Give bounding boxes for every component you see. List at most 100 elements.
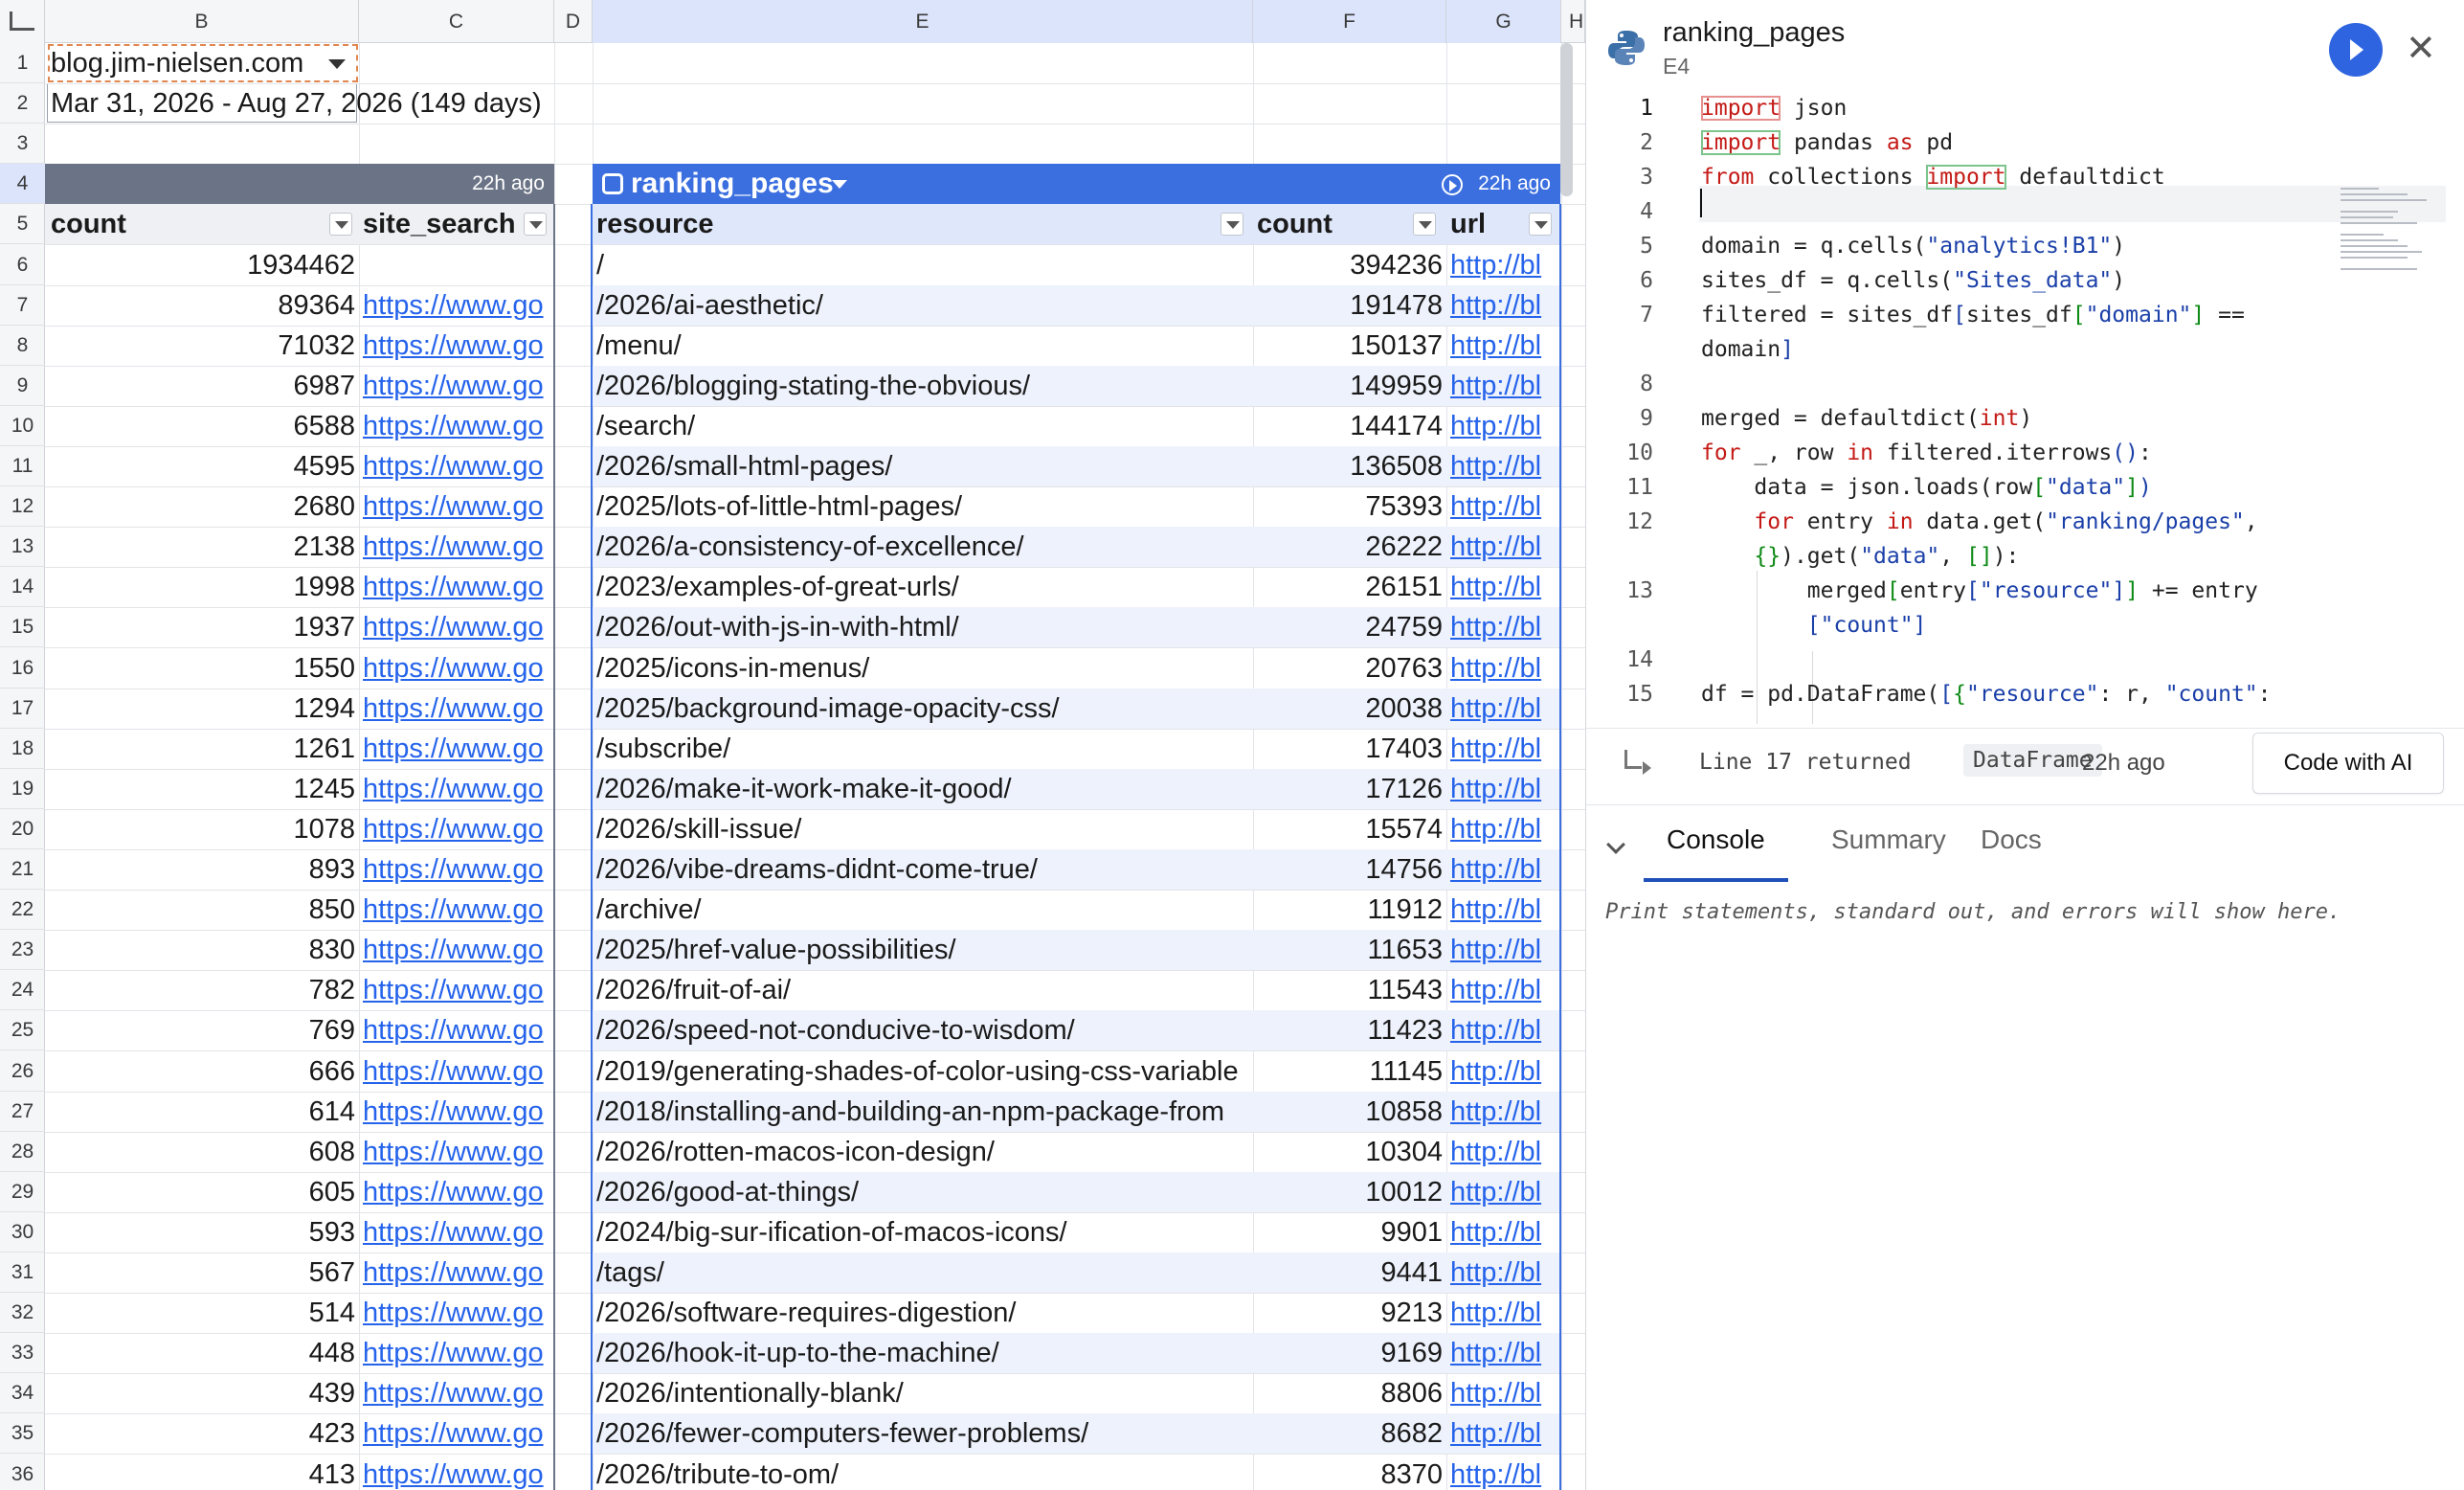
- run-button[interactable]: [2329, 23, 2383, 77]
- cell-count[interactable]: 89364: [45, 285, 359, 326]
- cell-link[interactable]: http://bl: [1446, 245, 1559, 285]
- column-title-count[interactable]: count: [1253, 204, 1333, 244]
- column-title-resource[interactable]: resource: [593, 204, 714, 244]
- cell-link[interactable]: https://www.go: [359, 446, 554, 486]
- row-header-33[interactable]: 33: [0, 1333, 45, 1373]
- code-editor[interactable]: 1 2 3 4 5 6 7 8 9 10 11 12 13 14 15 import json import…: [1586, 92, 2464, 724]
- row-header-5[interactable]: 5: [0, 204, 45, 244]
- cell-link[interactable]: http://bl: [1446, 1212, 1559, 1253]
- cell-link[interactable]: https://www.go: [359, 689, 554, 729]
- cell-count[interactable]: 11145: [1253, 1051, 1446, 1092]
- cell-link[interactable]: http://bl: [1446, 1051, 1559, 1092]
- row-header-25[interactable]: 25: [0, 1010, 45, 1050]
- cell-count[interactable]: 9901: [1253, 1212, 1446, 1253]
- cell-link[interactable]: https://www.go: [359, 406, 554, 446]
- cell-link[interactable]: http://bl: [1446, 406, 1559, 446]
- cell-count[interactable]: 9213: [1253, 1293, 1446, 1333]
- cell-link[interactable]: http://bl: [1446, 446, 1559, 486]
- row-header-13[interactable]: 13: [0, 527, 45, 567]
- cell-count[interactable]: 17126: [1253, 769, 1446, 809]
- cell-link[interactable]: http://bl: [1446, 1092, 1559, 1132]
- cell-link[interactable]: https://www.go: [359, 1092, 554, 1132]
- cell-link[interactable]: https://www.go: [359, 1413, 554, 1454]
- cell-link[interactable]: http://bl: [1446, 648, 1559, 689]
- cell-resource[interactable]: /2026/tribute-to-om/: [593, 1455, 1253, 1490]
- cell-link[interactable]: http://bl: [1446, 607, 1559, 647]
- cell-count[interactable]: 1937: [45, 607, 359, 647]
- cell-resource[interactable]: /2026/software-requires-digestion/: [593, 1293, 1253, 1333]
- filter-icon[interactable]: [329, 213, 352, 236]
- column-header-g[interactable]: G: [1446, 0, 1561, 43]
- cell-link[interactable]: https://www.go: [359, 1455, 554, 1490]
- cell-resource[interactable]: /2026/skill-issue/: [593, 809, 1253, 849]
- cell-count[interactable]: 423: [45, 1413, 359, 1454]
- row-header-26[interactable]: 26: [0, 1051, 45, 1092]
- cell-link[interactable]: http://bl: [1446, 1172, 1559, 1212]
- table-site-search-header[interactable]: 22h ago: [45, 164, 554, 204]
- cell-resource[interactable]: /tags/: [593, 1253, 1253, 1293]
- cell-link[interactable]: http://bl: [1446, 486, 1559, 527]
- row-header-30[interactable]: 30: [0, 1212, 45, 1253]
- spreadsheet[interactable]: B C D E F G H 1 2 3 4 5 6 7 8 9 10 11 12 13 14 15 16 17 1…: [0, 0, 1585, 1490]
- row-header-35[interactable]: 35: [0, 1413, 45, 1454]
- cell-count[interactable]: 2138: [45, 527, 359, 567]
- cell-count[interactable]: 4595: [45, 446, 359, 486]
- column-header-d[interactable]: D: [554, 0, 593, 43]
- tab-console[interactable]: Console: [1644, 824, 1788, 882]
- cell-count[interactable]: 10012: [1253, 1172, 1446, 1212]
- cell-count[interactable]: 567: [45, 1253, 359, 1293]
- cell-resource[interactable]: /2018/installing-and-building-an-npm-pac…: [593, 1092, 1253, 1132]
- cell-link[interactable]: http://bl: [1446, 729, 1559, 769]
- cell-count[interactable]: 9169: [1253, 1333, 1446, 1373]
- cell-count[interactable]: 11423: [1253, 1010, 1446, 1050]
- cell-count[interactable]: 26222: [1253, 527, 1446, 567]
- close-icon[interactable]: ✕: [2406, 31, 2436, 67]
- filter-icon[interactable]: [524, 213, 547, 236]
- row-header-27[interactable]: 27: [0, 1092, 45, 1132]
- cell-link[interactable]: http://bl: [1446, 1413, 1559, 1454]
- row-header-9[interactable]: 9: [0, 366, 45, 406]
- cell-link[interactable]: http://bl: [1446, 809, 1559, 849]
- cell-resource[interactable]: /2026/make-it-work-make-it-good/: [593, 769, 1253, 809]
- cell-resource[interactable]: /2026/speed-not-conducive-to-wisdom/: [593, 1010, 1253, 1050]
- cell-link[interactable]: http://bl: [1446, 1293, 1559, 1333]
- cell-link[interactable]: http://bl: [1446, 1373, 1559, 1413]
- select-all-corner[interactable]: [0, 0, 45, 43]
- cell-link[interactable]: https://www.go: [359, 1253, 554, 1293]
- cell-resource[interactable]: /2026/ai-aesthetic/: [593, 285, 1253, 326]
- cell-link[interactable]: http://bl: [1446, 930, 1559, 970]
- cell-link[interactable]: https://www.go: [359, 648, 554, 689]
- cell-resource[interactable]: /2023/examples-of-great-urls/: [593, 567, 1253, 607]
- cell-count[interactable]: 605: [45, 1172, 359, 1212]
- row-header-32[interactable]: 32: [0, 1293, 45, 1333]
- domain-select-value[interactable]: blog.jim-nielsen.com: [47, 43, 334, 83]
- cell-resource[interactable]: /2025/background-image-opacity-css/: [593, 689, 1253, 729]
- cell-link[interactable]: https://www.go: [359, 849, 554, 890]
- play-icon[interactable]: [1442, 174, 1463, 195]
- cell-resource[interactable]: /archive/: [593, 890, 1253, 930]
- cell-count[interactable]: 150137: [1253, 326, 1446, 366]
- row-header-21[interactable]: 21: [0, 849, 45, 890]
- cell-link[interactable]: https://www.go: [359, 1132, 554, 1172]
- row-header-24[interactable]: 24: [0, 970, 45, 1010]
- cell-link[interactable]: https://www.go: [359, 486, 554, 527]
- cell-link[interactable]: http://bl: [1446, 849, 1559, 890]
- cell-count[interactable]: 439: [45, 1373, 359, 1413]
- cell-resource[interactable]: /menu/: [593, 326, 1253, 366]
- cell-link[interactable]: https://www.go: [359, 1172, 554, 1212]
- row-header-31[interactable]: 31: [0, 1253, 45, 1293]
- cell-link[interactable]: https://www.go: [359, 567, 554, 607]
- cell-count[interactable]: 1934462: [45, 245, 359, 285]
- row-header-3[interactable]: 3: [0, 124, 45, 164]
- row-header-29[interactable]: 29: [0, 1172, 45, 1212]
- cell-count[interactable]: 8806: [1253, 1373, 1446, 1413]
- cell-link[interactable]: http://bl: [1446, 970, 1559, 1010]
- cell-count[interactable]: 191478: [1253, 285, 1446, 326]
- chevron-down-icon[interactable]: [832, 180, 847, 189]
- cell-link[interactable]: https://www.go: [359, 366, 554, 406]
- cell-count[interactable]: 769: [45, 1010, 359, 1050]
- cell-count[interactable]: 71032: [45, 326, 359, 366]
- vertical-scrollbar[interactable]: [1560, 43, 1573, 196]
- cell-count[interactable]: 14756: [1253, 849, 1446, 890]
- row-header-7[interactable]: 7: [0, 285, 45, 326]
